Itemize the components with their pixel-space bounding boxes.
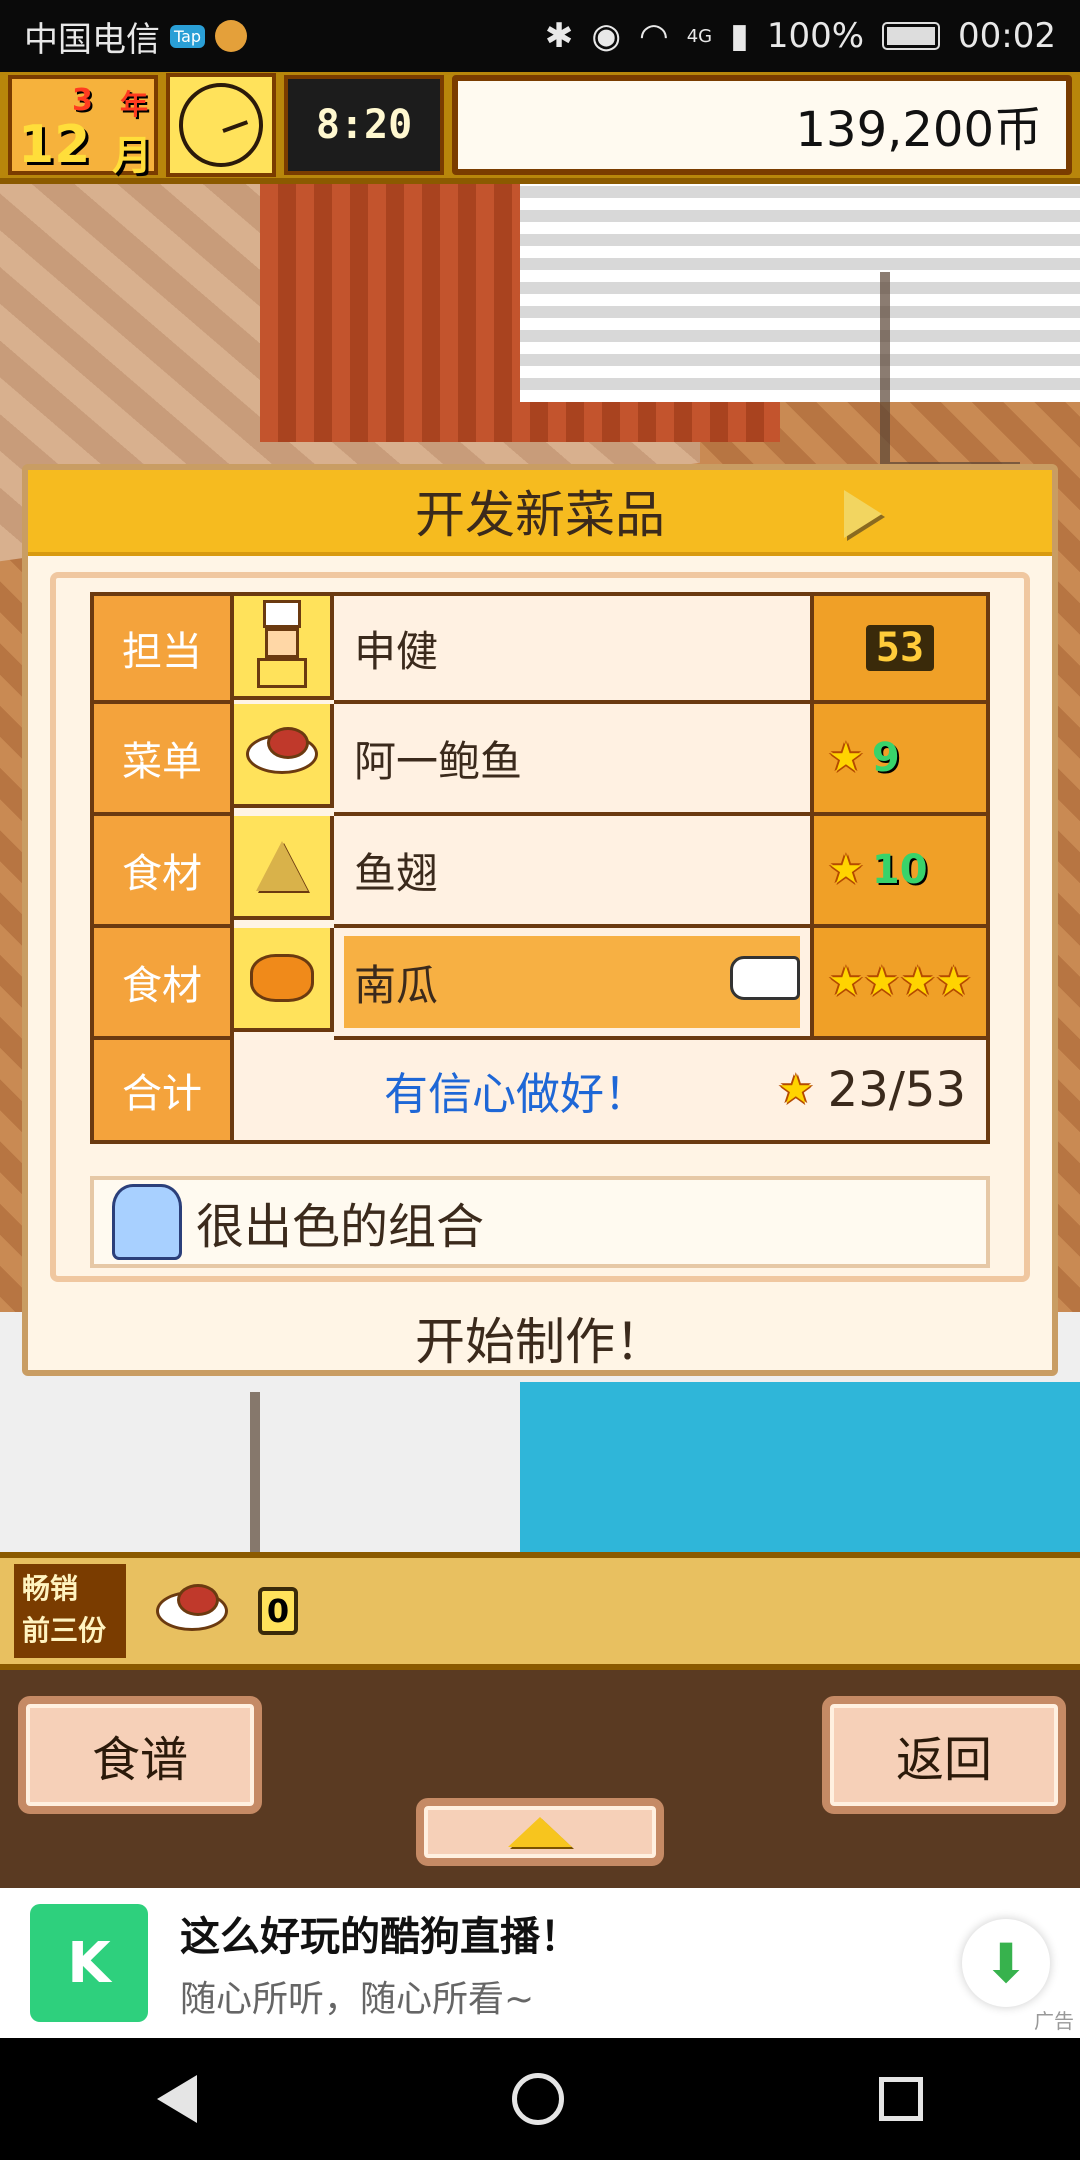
ingredient-2-stars: ★★★★ xyxy=(810,928,986,1040)
total-score: ★ 23/53 xyxy=(778,1062,966,1118)
ad-banner[interactable]: K 这么好玩的酷狗直播！ 随心所听，随心所看~ ⬇ 广告 xyxy=(0,1888,1080,2038)
total-body: 有信心做好！ ★ 23/53 xyxy=(234,1040,986,1140)
recipe-grid: 担当 申健 53 菜单 阿一鲍鱼 ★ 9 食材 鱼翅 ★ 10 食材 南瓜 ★★… xyxy=(90,592,990,1144)
star-icon: ★ xyxy=(777,1067,814,1113)
chef-name-text: 申健 xyxy=(354,626,439,676)
start-making-button[interactable]: 开始制作！ xyxy=(28,1302,1052,1374)
calendar: 3 年 12 月 xyxy=(8,75,158,179)
up-arrow-icon xyxy=(508,1817,572,1847)
total-score-value: 23/53 xyxy=(827,1062,966,1118)
bluetooth-icon: ✱ xyxy=(544,16,574,56)
pointing-hand-icon xyxy=(730,956,800,1000)
chef-level-value: 53 xyxy=(865,625,935,671)
battery-icon xyxy=(882,22,941,50)
row-ingredient-1[interactable]: 食材 鱼翅 ★ 10 xyxy=(90,816,990,928)
ingredient-2-name[interactable]: 南瓜 xyxy=(334,928,810,1040)
row-ingredient-2[interactable]: 食材 南瓜 ★★★★ xyxy=(90,928,990,1040)
carrier-group: 中国电信 Tap xyxy=(24,12,248,61)
month-suffix: 月 xyxy=(112,133,152,179)
ingredient-1-stars: ★ 10 xyxy=(810,816,986,928)
eye-icon: ◉ xyxy=(591,16,622,56)
tree-icon xyxy=(880,272,1020,472)
bestseller-count: 0 xyxy=(258,1587,298,1635)
signal-icon: ▮ xyxy=(730,16,749,56)
chef-icon xyxy=(234,596,334,700)
mascot-icon xyxy=(112,1184,182,1260)
nav-home-icon[interactable] xyxy=(511,2073,564,2125)
tap-badge-icon: Tap xyxy=(170,24,206,48)
year-number: 3 xyxy=(72,83,93,118)
kugou-logo-icon: K xyxy=(30,1904,148,2022)
bestseller-label: 畅销 前三份 xyxy=(14,1564,126,1658)
wifi-icon: ◠ xyxy=(639,16,669,56)
expand-up-button[interactable] xyxy=(416,1798,664,1866)
clock-icon xyxy=(166,73,276,177)
year-suffix: 年 xyxy=(120,88,149,121)
row-menu[interactable]: 菜单 阿一鲍鱼 ★ 9 xyxy=(90,704,990,816)
system-nav-bar xyxy=(0,2038,1080,2160)
notification-dot-icon xyxy=(215,20,248,52)
ingredient-1-name-text: 鱼翅 xyxy=(354,848,439,898)
dish-plate-icon xyxy=(234,704,334,808)
game-time: 8:20 xyxy=(284,75,444,175)
bestseller-bar: 畅销 前三份 0 xyxy=(0,1552,1080,1670)
row-label: 食材 xyxy=(94,816,234,928)
star-icon: ★ xyxy=(828,847,864,893)
bottom-controls: 食谱 返回 xyxy=(0,1670,1080,1888)
dialog-title: 开发新菜品 xyxy=(415,486,665,544)
confidence-text: 有信心做好！ xyxy=(384,1069,648,1120)
hint-text: 很出色的组合 xyxy=(196,1199,485,1255)
battery-percent: 100% xyxy=(766,16,865,56)
recipes-button[interactable]: 食谱 xyxy=(18,1696,262,1814)
download-icon[interactable]: ⬇ xyxy=(962,1919,1050,2007)
row-total: 合计 有信心做好！ ★ 23/53 xyxy=(90,1040,990,1144)
develop-dish-dialog: 开发新菜品 担当 申健 53 菜单 阿一鲍鱼 ★ 9 食材 鱼翅 ★ 10 食材… xyxy=(22,464,1058,1376)
dialog-header: 开发新菜品 xyxy=(28,470,1052,556)
chef-level: 53 xyxy=(810,596,986,704)
row-label: 合计 xyxy=(94,1040,234,1140)
ingredient-1-name[interactable]: 鱼翅 xyxy=(334,816,810,928)
bestseller-label-line2: 前三份 xyxy=(22,1614,107,1647)
ingredient-2-name-text: 南瓜 xyxy=(354,960,439,1010)
money-display: 139,200币 xyxy=(452,75,1072,175)
ingredient-1-star-value: 10 xyxy=(871,847,928,893)
recipe-panel: 担当 申健 53 菜单 阿一鲍鱼 ★ 9 食材 鱼翅 ★ 10 食材 南瓜 ★★… xyxy=(50,572,1030,1282)
dish-plate-icon xyxy=(156,1584,228,1631)
menu-star-value: 9 xyxy=(871,735,900,781)
pumpkin-icon xyxy=(234,928,334,1032)
chef-name[interactable]: 申健 xyxy=(334,596,810,704)
bestseller-label-line1: 畅销 xyxy=(22,1572,79,1605)
top-hud: 3 年 12 月 8:20 139,200币 xyxy=(0,72,1080,184)
nav-back-icon[interactable] xyxy=(157,2075,198,2123)
ad-subtitle: 随心所听，随心所看~ xyxy=(180,1979,535,2020)
shark-fin-icon xyxy=(234,816,334,920)
status-bar: 中国电信 Tap ✱ ◉ ◠ 4G ▮ 100% 00:02 xyxy=(0,0,1080,72)
row-label: 担当 xyxy=(94,596,234,704)
back-button[interactable]: 返回 xyxy=(822,1696,1066,1814)
status-right: ✱ ◉ ◠ 4G ▮ 100% 00:02 xyxy=(545,16,1056,56)
nav-recents-icon[interactable] xyxy=(878,2077,923,2121)
row-label: 食材 xyxy=(94,928,234,1040)
carrier-name: 中国电信 xyxy=(24,19,160,60)
menu-name-text: 阿一鲍鱼 xyxy=(354,736,523,786)
row-chef[interactable]: 担当 申健 53 xyxy=(90,592,990,704)
four-stars-icon: ★★★★ xyxy=(828,959,972,1005)
month-number: 12 xyxy=(18,115,91,175)
row-label: 菜单 xyxy=(94,704,234,816)
menu-stars: ★ 9 xyxy=(810,704,986,816)
ad-text: 这么好玩的酷狗直播！ 随心所听，随心所看~ xyxy=(180,1904,580,2022)
status-time: 00:02 xyxy=(958,16,1056,56)
network-label: 4G xyxy=(686,25,713,47)
ad-title: 这么好玩的酷狗直播！ xyxy=(180,1914,580,1960)
hint-box: 很出色的组合 xyxy=(90,1176,990,1268)
ad-tag: 广告 xyxy=(1034,2009,1074,2033)
star-icon: ★ xyxy=(828,735,864,781)
next-arrow-icon[interactable] xyxy=(844,490,882,538)
menu-name[interactable]: 阿一鲍鱼 xyxy=(334,704,810,816)
